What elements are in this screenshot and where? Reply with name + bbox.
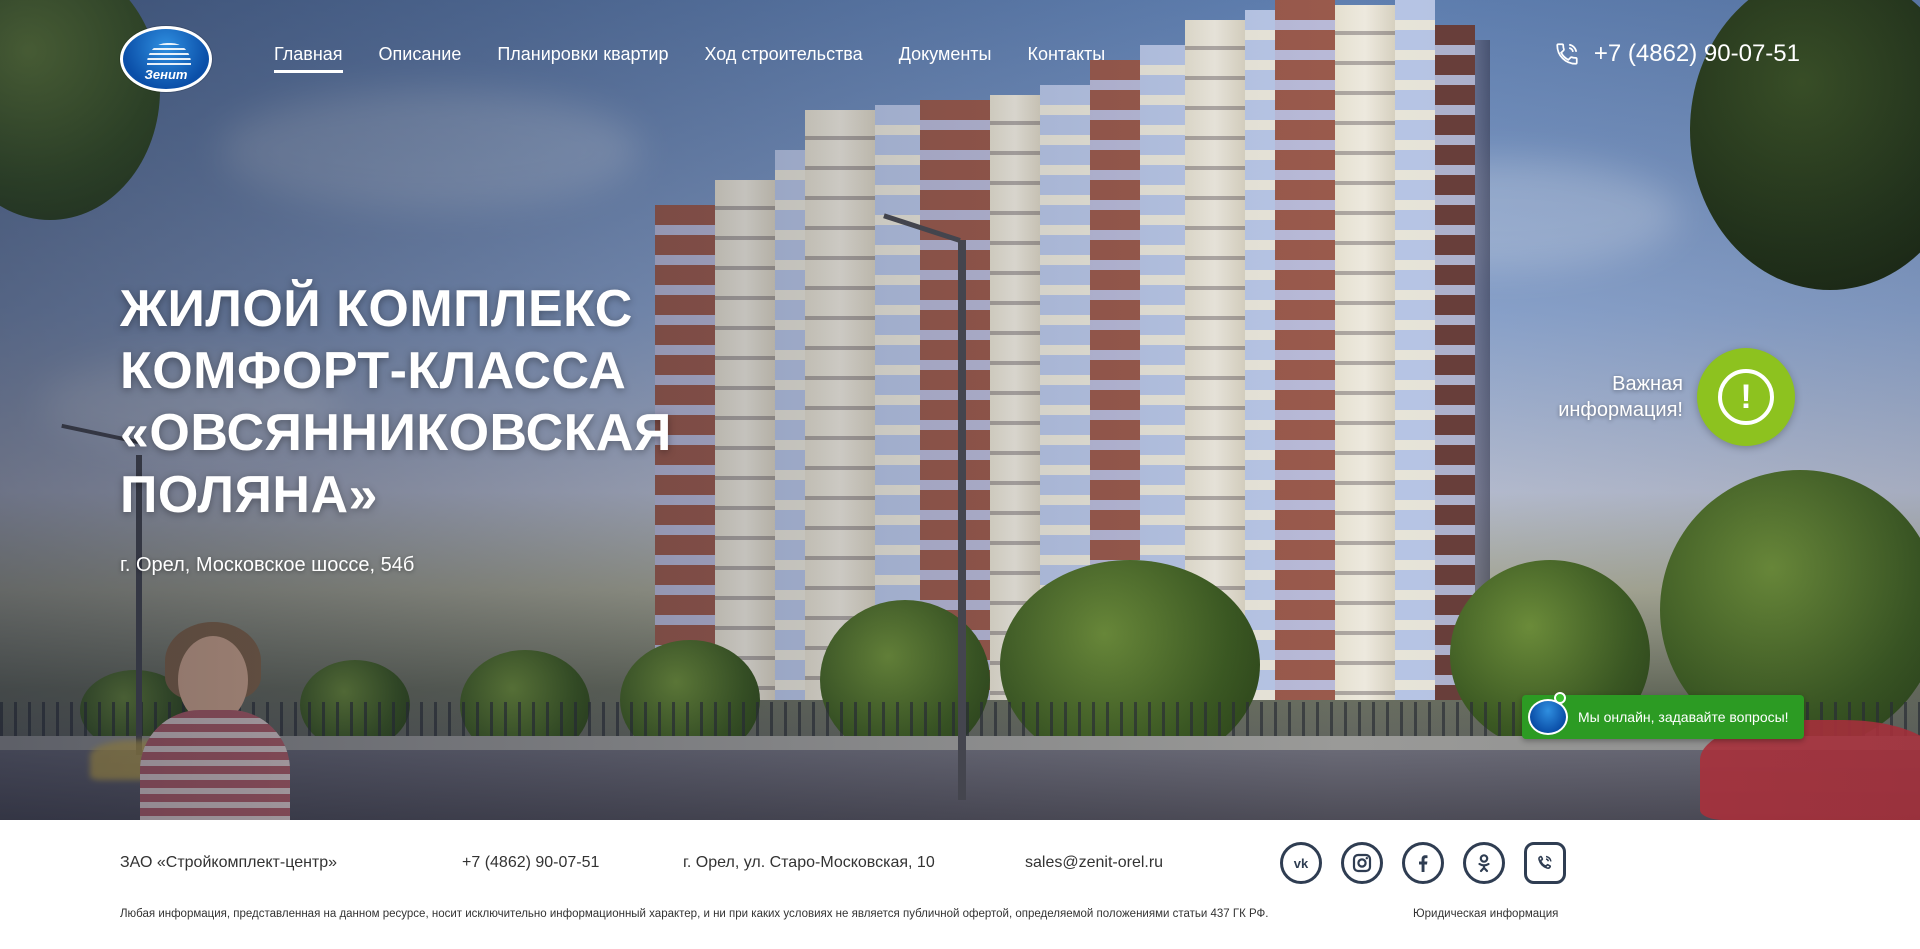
nav-item-description[interactable]: Описание: [379, 44, 462, 73]
online-chat-widget[interactable]: Мы онлайн, задавайте вопросы!: [1522, 692, 1804, 739]
nav-item-home[interactable]: Главная: [274, 44, 343, 73]
hero-title: ЖИЛОЙ КОМПЛЕКС КОМФОРТ-КЛАССА «ОВСЯННИКО…: [120, 278, 760, 526]
footer: [0, 820, 1920, 949]
nav-item-contacts[interactable]: Контакты: [1027, 44, 1105, 73]
nav-item-floor-plans[interactable]: Планировки квартир: [497, 44, 668, 73]
footer-phone[interactable]: +7 (4862) 90-07-51: [462, 854, 599, 872]
important-info-label: Важная информация!: [1558, 373, 1683, 421]
instagram-icon[interactable]: [1341, 842, 1383, 884]
important-info[interactable]: Важная информация! !: [1558, 348, 1795, 446]
social-links: vk: [1280, 842, 1566, 884]
logo[interactable]: Зенит: [120, 26, 212, 92]
chat-label: Мы онлайн, задавайте вопросы!: [1578, 709, 1789, 725]
footer-email[interactable]: sales@zenit-orel.ru: [1025, 854, 1163, 872]
svg-text:vk: vk: [1294, 856, 1309, 871]
online-status-dot: [1554, 692, 1566, 704]
odnoklassniki-icon[interactable]: [1463, 842, 1505, 884]
hero-title-line: КОМФОРТ-КЛАССА: [120, 342, 627, 400]
hero-title-line: «ОВСЯННИКОВСКАЯ: [120, 404, 672, 462]
important-info-button[interactable]: !: [1697, 348, 1795, 446]
phone-icon: [1556, 43, 1578, 65]
hero-title-line: ЖИЛОЙ КОМПЛЕКС: [120, 280, 633, 338]
vk-icon[interactable]: vk: [1280, 842, 1322, 884]
logo-building-icon: [147, 43, 191, 65]
legal-info-link[interactable]: Юридическая информация: [1413, 908, 1558, 920]
hero-title-line: ПОЛЯНА»: [120, 466, 378, 524]
nav-item-documents[interactable]: Документы: [899, 44, 992, 73]
footer-address: г. Орел, ул. Старо-Московская, 10: [683, 854, 935, 871]
exclamation-icon: !: [1718, 369, 1774, 425]
header-phone-number: +7 (4862) 90-07-51: [1593, 40, 1800, 67]
main-nav: Главная Описание Планировки квартир Ход …: [274, 44, 1105, 73]
footer-disclaimer: Любая информация, представленная на данн…: [120, 908, 1269, 920]
header-phone[interactable]: +7 (4862) 90-07-51: [1554, 40, 1800, 68]
hero-address: г. Орел, Московское шоссе, 54б: [120, 554, 415, 576]
nav-item-construction-progress[interactable]: Ход строительства: [704, 44, 862, 73]
logo-text: Зенит: [144, 67, 188, 82]
facebook-icon[interactable]: [1402, 842, 1444, 884]
viber-icon[interactable]: [1524, 842, 1566, 884]
footer-company: ЗАО «Стройкомплект-центр»: [120, 854, 338, 871]
chat-avatar: [1528, 699, 1568, 735]
